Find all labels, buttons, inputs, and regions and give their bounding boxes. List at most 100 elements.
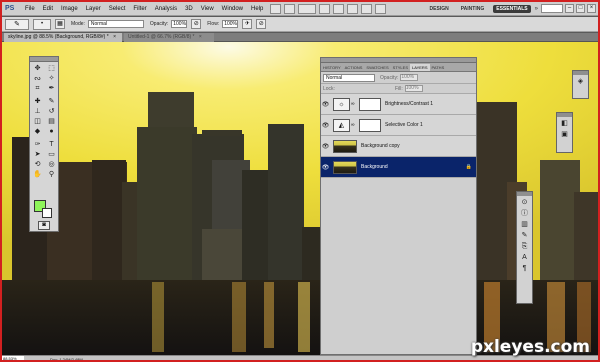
workspace-painting[interactable]: PAINTING — [458, 5, 488, 13]
tool-preset-picker[interactable]: ✎ — [5, 18, 29, 30]
brush-presets-icon[interactable]: ✎ — [520, 231, 530, 240]
zoom-icon[interactable] — [333, 3, 345, 14]
tab-close-icon[interactable]: × — [113, 34, 116, 40]
brush-tool-icon[interactable]: ✎ — [45, 97, 58, 106]
paragraph-icon[interactable]: ¶ — [520, 264, 530, 273]
type-tool-icon[interactable]: T — [45, 140, 58, 149]
adjustments-icon[interactable]: ▣ — [560, 130, 570, 139]
tab-styles[interactable]: STYLES — [391, 64, 410, 71]
document-canvas[interactable] — [2, 42, 598, 355]
close-button[interactable]: × — [587, 4, 596, 13]
eye-icon[interactable]: 👁 — [321, 143, 330, 150]
search-input[interactable] — [541, 4, 563, 13]
flow-input[interactable]: 100% — [222, 20, 239, 28]
layer-row-brightness-contrast[interactable]: 👁 ☼ ∞ Brightness/Contrast 1 — [321, 94, 476, 115]
3d-orbit-tool-icon[interactable]: ◎ — [45, 160, 58, 169]
layer-row-background-copy[interactable]: 👁 Background copy — [321, 136, 476, 157]
bridge-icon[interactable] — [270, 3, 282, 14]
3d-icon[interactable]: ◈ — [576, 77, 586, 86]
tab-actions[interactable]: ACTIONS — [343, 64, 365, 71]
quick-mask-icon[interactable]: ◙ — [38, 221, 50, 230]
info-icon[interactable]: ⓘ — [520, 209, 530, 218]
hand-tool-icon[interactable]: ✋ — [31, 170, 44, 179]
menu-window[interactable]: Window — [218, 6, 247, 12]
eye-icon[interactable]: 👁 — [321, 164, 330, 171]
layer-opacity-input[interactable]: 100% — [400, 74, 419, 81]
menu-view[interactable]: View — [197, 6, 218, 12]
gradient-tool-icon[interactable]: ▤ — [45, 117, 58, 126]
minibridge-icon[interactable] — [284, 3, 296, 14]
3d-rotate-tool-icon[interactable]: ⟲ — [31, 160, 44, 169]
mode-select[interactable]: Normal — [87, 20, 144, 28]
eyedropper-tool-icon[interactable]: ✒ — [45, 84, 58, 93]
menu-bar: PS File Edit Image Layer Select Filter A… — [2, 2, 598, 16]
healing-brush-tool-icon[interactable]: ✚ — [31, 97, 44, 106]
navigator-icon[interactable]: ⊙ — [520, 198, 530, 207]
menu-filter[interactable]: Filter — [129, 6, 150, 12]
lasso-tool-icon[interactable]: ᔓ — [31, 74, 44, 83]
airbrush-icon[interactable]: ✈ — [242, 19, 253, 29]
screen-mode-icon[interactable] — [375, 3, 387, 14]
path-select-tool-icon[interactable]: ➤ — [31, 150, 44, 159]
layer-mask-thumbnail[interactable] — [359, 118, 381, 132]
eye-icon[interactable]: 👁 — [321, 122, 330, 129]
tab-skyline[interactable]: skyline.jpg @ 88.5% (Background, RGB/8#)… — [4, 33, 122, 42]
marquee-tool-icon[interactable]: ⬚ — [45, 64, 58, 73]
brush-panel-icon[interactable]: ▦ — [55, 19, 65, 29]
menu-help[interactable]: Help — [247, 6, 267, 12]
pressure-size-icon[interactable]: ⊘ — [256, 19, 267, 29]
tab-untitled[interactable]: Untitled-1 @ 66.7% (RGB/8) * × — [124, 33, 214, 42]
tab-close-icon[interactable]: × — [199, 34, 202, 40]
workspace-design[interactable]: DESIGN — [427, 5, 452, 13]
character-icon[interactable]: A — [520, 253, 530, 262]
hand-icon[interactable] — [319, 3, 331, 14]
pen-tool-icon[interactable]: ✑ — [31, 140, 44, 149]
zoom-field[interactable]: 88.53% — [2, 356, 24, 360]
menu-select[interactable]: Select — [105, 6, 130, 12]
blend-mode-select[interactable]: Normal — [323, 73, 375, 82]
panel-grip[interactable] — [557, 113, 572, 117]
tab-history[interactable]: HISTORY — [321, 64, 343, 71]
menu-3d[interactable]: 3D — [181, 6, 197, 12]
crop-tool-icon[interactable]: ⌗ — [31, 84, 44, 93]
menu-analysis[interactable]: Analysis — [151, 6, 181, 12]
menu-file[interactable]: File — [21, 6, 39, 12]
histogram-icon[interactable]: ▥ — [520, 220, 530, 229]
minimize-button[interactable]: – — [565, 4, 574, 13]
panel-grip[interactable] — [573, 71, 588, 75]
menu-layer[interactable]: Layer — [82, 6, 105, 12]
zoom-tool-icon[interactable]: ⚲ — [45, 170, 58, 179]
brush-preset-picker[interactable]: • — [33, 18, 51, 30]
clone-source-icon[interactable]: ⎘ — [520, 242, 530, 251]
move-tool-icon[interactable]: ✥ — [31, 64, 44, 73]
eraser-tool-icon[interactable]: ◫ — [31, 117, 44, 126]
tab-paths[interactable]: PATHS — [430, 64, 447, 71]
tab-layers[interactable]: LAYERS — [410, 64, 430, 71]
restore-button[interactable]: □ — [576, 4, 585, 13]
menu-edit[interactable]: Edit — [39, 6, 57, 12]
blur-tool-icon[interactable]: ◆ — [31, 127, 44, 136]
rotate-icon[interactable] — [347, 3, 359, 14]
menu-image[interactable]: Image — [57, 6, 82, 12]
dodge-tool-icon[interactable]: ● — [45, 127, 58, 136]
layer-row-background[interactable]: 👁 Background 🔒 — [321, 157, 476, 178]
quick-select-tool-icon[interactable]: ✧ — [45, 74, 58, 83]
color-icon[interactable]: ◧ — [560, 119, 570, 128]
eye-icon[interactable]: 👁 — [321, 101, 330, 108]
zoom-level-icon[interactable] — [298, 3, 317, 14]
arrange-icon[interactable] — [361, 3, 373, 14]
tab-swatches[interactable]: SWATCHES — [364, 64, 390, 71]
workspace-essentials[interactable]: ESSENTIALS — [493, 4, 531, 13]
doc-info[interactable]: Doc: 1.24M/2.48M — [50, 357, 83, 361]
fill-input[interactable]: 100% — [404, 85, 423, 92]
layer-mask-thumbnail[interactable] — [359, 97, 381, 111]
background-color-swatch[interactable] — [42, 208, 52, 218]
history-brush-tool-icon[interactable]: ↺ — [45, 107, 58, 116]
pressure-opacity-icon[interactable]: ⊘ — [191, 19, 202, 29]
layer-row-selective-color[interactable]: 👁 ◭ ∞ Selective Color 1 — [321, 115, 476, 136]
shape-tool-icon[interactable]: ▭ — [45, 150, 58, 159]
panel-grip[interactable] — [517, 192, 532, 196]
opacity-input[interactable]: 100% — [171, 20, 188, 28]
workspace-more-icon[interactable]: » — [535, 6, 538, 12]
clone-stamp-tool-icon[interactable]: ⊥ — [31, 107, 44, 116]
